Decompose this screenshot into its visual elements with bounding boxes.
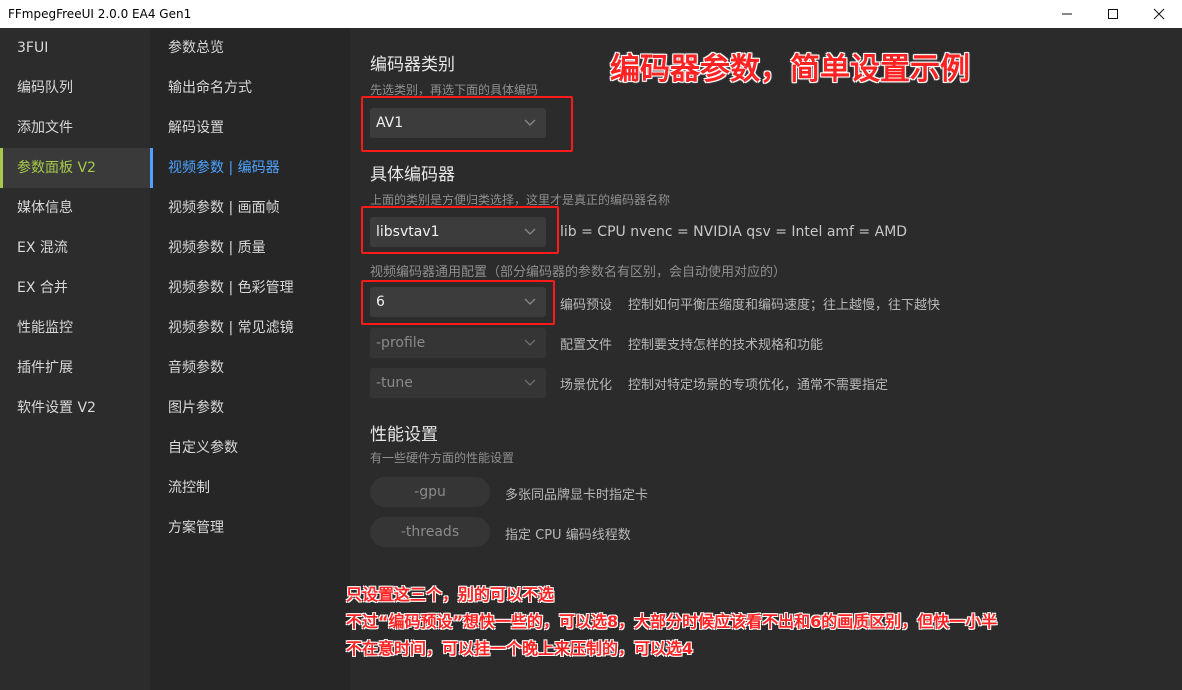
window-title: FFmpegFreeUI 2.0.0 EA4 Gen1	[8, 7, 192, 21]
highlight-box-preset	[361, 280, 555, 325]
sidebar-item-ex-mux[interactable]: EX 混流	[0, 228, 150, 268]
profile-dropdown[interactable]: -profile	[370, 328, 546, 358]
sidebar-item-media-info[interactable]: 媒体信息	[0, 188, 150, 228]
gpu-desc: 多张同品牌显卡时指定卡	[505, 488, 649, 503]
subnav-item-stream-control[interactable]: 流控制	[150, 468, 350, 508]
tune-desc: 控制对特定场景的专项优化，通常不需要指定	[628, 378, 889, 393]
threads-desc: 指定 CPU 编码线程数	[505, 528, 631, 543]
subnav-item-audio[interactable]: 音频参数	[150, 348, 350, 388]
profile-label: 配置文件	[560, 338, 613, 353]
gpu-input[interactable]: -gpu	[370, 477, 490, 507]
tune-value: -tune	[376, 375, 413, 391]
minimize-button[interactable]	[1044, 0, 1090, 28]
maximize-icon	[1108, 9, 1118, 19]
subnav-item-custom[interactable]: 自定义参数	[150, 428, 350, 468]
minimize-icon	[1062, 13, 1072, 15]
main-panel: 编码器类别 先选类别，再选下面的具体编码 AV1 具体编码器 上面的类别是方便归…	[346, 28, 1182, 690]
subnav-item-video-frame[interactable]: 视频参数 | 画面帧	[150, 188, 350, 228]
common-config-desc: 视频编码器通用配置（部分编码器的参数名有区别，会自动使用对应的）	[370, 265, 787, 280]
title-bar: FFmpegFreeUI 2.0.0 EA4 Gen1	[0, 0, 1182, 28]
encoder-category-title: 编码器类别	[370, 55, 455, 75]
sidebar-item-encode-queue[interactable]: 编码队列	[0, 68, 150, 108]
close-button[interactable]	[1136, 0, 1182, 28]
subnav-item-output-naming[interactable]: 输出命名方式	[150, 68, 350, 108]
subnav-item-image[interactable]: 图片参数	[150, 388, 350, 428]
secondary-sidebar: 参数总览 输出命名方式 解码设置 视频参数 | 编码器 视频参数 | 画面帧 视…	[150, 28, 350, 690]
highlight-box-encoder	[361, 206, 559, 254]
subnav-item-decode[interactable]: 解码设置	[150, 108, 350, 148]
subnav-item-video-encoder[interactable]: 视频参数 | 编码器	[150, 148, 350, 188]
chevron-down-icon	[524, 336, 536, 348]
performance-title: 性能设置	[370, 425, 438, 445]
tune-dropdown[interactable]: -tune	[370, 368, 546, 398]
threads-input[interactable]: -threads	[370, 517, 490, 547]
performance-desc: 有一些硬件方面的性能设置	[370, 451, 515, 465]
close-icon	[1153, 8, 1165, 20]
subnav-item-profiles[interactable]: 方案管理	[150, 508, 350, 548]
annotation-line-3: 不在意时间，可以挂一个晚上来压制的，可以选4	[346, 639, 694, 658]
sidebar-item-param-panel[interactable]: 参数面板 V2	[0, 148, 150, 188]
tune-label: 场景优化	[560, 378, 613, 393]
encoder-hint: lib = CPU nvenc = NVIDIA qsv = Intel amf…	[560, 224, 908, 240]
chevron-down-icon	[524, 376, 536, 388]
highlight-box-category	[361, 96, 573, 152]
subnav-item-video-quality[interactable]: 视频参数 | 质量	[150, 228, 350, 268]
subnav-item-overview[interactable]: 参数总览	[150, 28, 350, 68]
specific-encoder-title: 具体编码器	[370, 165, 455, 185]
sidebar-item-plugins[interactable]: 插件扩展	[0, 348, 150, 388]
subnav-item-video-color[interactable]: 视频参数 | 色彩管理	[150, 268, 350, 308]
annotation-line-1: 只设置这三个，别的可以不选	[346, 585, 555, 604]
sidebar-item-settings[interactable]: 软件设置 V2	[0, 388, 150, 428]
maximize-button[interactable]	[1090, 0, 1136, 28]
subnav-item-video-filters[interactable]: 视频参数 | 常见滤镜	[150, 308, 350, 348]
sidebar-item-ex-merge[interactable]: EX 合并	[0, 268, 150, 308]
preset-label: 编码预设	[560, 298, 613, 313]
profile-desc: 控制要支持怎样的技术规格和功能	[628, 338, 824, 353]
primary-sidebar: 3FUI 编码队列 添加文件 参数面板 V2 媒体信息 EX 混流 EX 合并 …	[0, 28, 150, 690]
preset-desc: 控制如何平衡压缩度和编码速度；往上越慢，往下越快	[628, 298, 941, 313]
profile-value: -profile	[376, 335, 426, 351]
annotation-line-2: 不过“编码预设”想快一些的，可以选8，大部分时候应该看不出和6的画质区别，但快一…	[346, 612, 998, 631]
sidebar-item-3fui[interactable]: 3FUI	[0, 28, 150, 68]
sidebar-item-perf-monitor[interactable]: 性能监控	[0, 308, 150, 348]
annotation-headline: 编码器参数，简单设置示例	[610, 52, 970, 87]
sidebar-item-add-files[interactable]: 添加文件	[0, 108, 150, 148]
